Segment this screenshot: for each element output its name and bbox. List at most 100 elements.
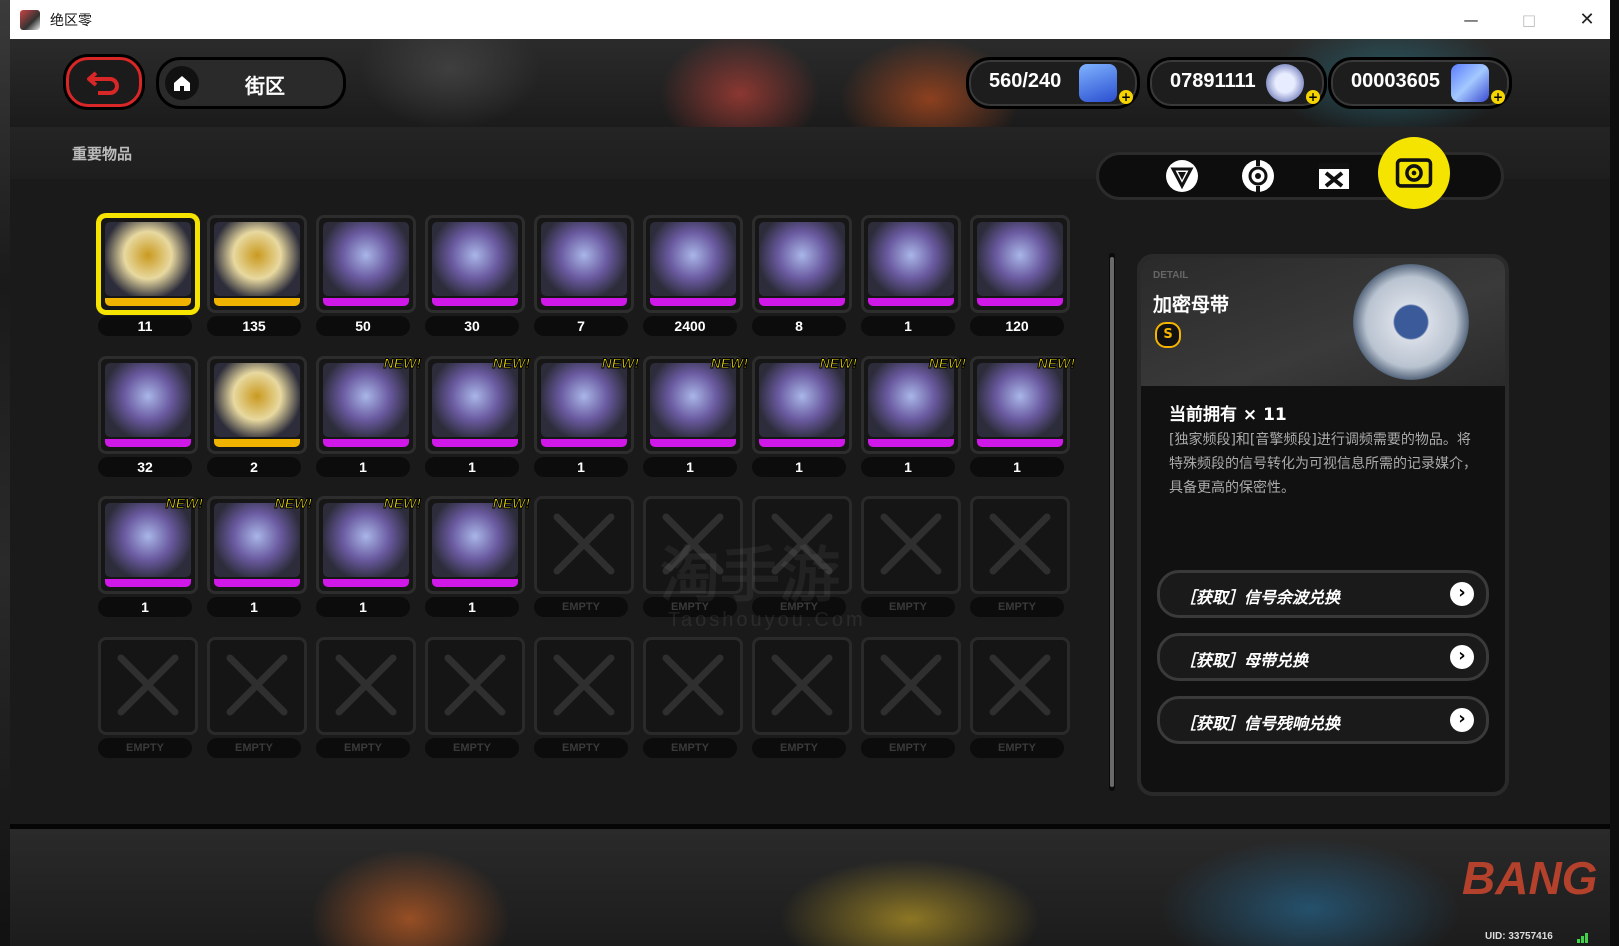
empty-slot <box>970 496 1070 594</box>
inventory-item-slot[interactable] <box>98 356 198 454</box>
blue-ticket-icon <box>868 222 954 296</box>
battery-currency[interactable]: 560/240 + <box>966 57 1140 109</box>
home-icon[interactable] <box>165 66 199 100</box>
empty-label: EMPTY <box>861 597 955 617</box>
item-count: 32 <box>98 457 192 477</box>
empty-cross-icon <box>771 654 833 716</box>
category-tabs <box>1096 137 1504 209</box>
empty-label: EMPTY <box>207 738 301 758</box>
inventory-item-slot[interactable] <box>970 215 1070 313</box>
inventory-item-slot[interactable]: NEW! <box>861 355 967 454</box>
empty-label: EMPTY <box>643 738 737 758</box>
empty-label: EMPTY <box>534 597 628 617</box>
new-badge: NEW! <box>492 355 530 372</box>
breadcrumb-label: 街区 <box>245 74 285 98</box>
inventory-item-slot[interactable]: NEW! <box>316 495 422 594</box>
empty-cross-icon <box>117 654 179 716</box>
empty-slot <box>316 637 416 735</box>
denny-currency[interactable]: 07891111 + <box>1147 57 1327 109</box>
crate-icon <box>1319 163 1349 189</box>
empty-slot <box>752 637 852 735</box>
ornate-card-icon <box>759 222 845 296</box>
inventory-item-slot[interactable]: NEW! <box>316 355 422 454</box>
return-arrow-icon <box>87 71 119 95</box>
reel-icon <box>1242 160 1274 192</box>
inventory-item-slot[interactable]: NEW! <box>970 355 1076 454</box>
obtain-master-tape-button[interactable]: ［获取］母带兑换 › <box>1157 633 1489 681</box>
battery-value: 560/240 <box>989 70 1062 92</box>
obtain-signal-echo-button[interactable]: ［获取］信号残响兑换 › <box>1157 696 1489 744</box>
rca-tape-icon <box>105 363 191 437</box>
inventory-item-slot[interactable] <box>98 215 198 313</box>
flower-card-icon <box>105 503 191 577</box>
obtain-signal-residual-button[interactable]: ［获取］信号余波兑换 › <box>1157 570 1489 618</box>
inventory-item-slot[interactable]: NEW! <box>643 355 749 454</box>
battery-charge-icon <box>1079 64 1117 102</box>
lucky-cat-icon <box>650 363 736 437</box>
rarity-bar <box>214 579 300 587</box>
location-breadcrumb[interactable]: 街区 <box>156 57 346 109</box>
footer-background-art <box>10 829 1610 946</box>
item-count: 135 <box>207 316 301 336</box>
inventory-item-slot[interactable]: NEW! <box>534 355 640 454</box>
inventory-item-slot[interactable] <box>425 215 525 313</box>
chevron-right-icon: › <box>1450 708 1474 732</box>
inventory-item-slot[interactable] <box>207 356 307 454</box>
empty-label: EMPTY <box>861 738 955 758</box>
inventory-item-slot[interactable] <box>861 215 961 313</box>
inventory-item-slot[interactable] <box>207 215 307 313</box>
battery-crate-icon <box>650 222 736 296</box>
app-icon <box>20 10 40 30</box>
empty-label: EMPTY <box>970 597 1064 617</box>
inventory-item-slot[interactable] <box>643 215 743 313</box>
paper-notes-icon <box>432 503 518 577</box>
minimize-button[interactable]: — <box>1442 0 1500 39</box>
owned-count: 当前拥有 × 11 <box>1169 405 1287 425</box>
inventory-item-slot[interactable]: NEW! <box>425 355 531 454</box>
polychrome-currency[interactable]: 00003605 + <box>1328 57 1512 109</box>
new-badge: NEW! <box>274 495 312 512</box>
inventory-item-slot[interactable]: NEW! <box>207 495 313 594</box>
inventory-item-slot[interactable] <box>752 215 852 313</box>
inventory-item-slot[interactable]: NEW! <box>98 495 204 594</box>
encrypted-master-tape-icon <box>1353 264 1469 380</box>
add-battery-icon[interactable]: + <box>1119 90 1133 104</box>
window-title: 绝区零 <box>50 13 92 29</box>
new-badge: NEW! <box>710 355 748 372</box>
add-polychrome-icon[interactable]: + <box>1491 90 1505 104</box>
item-count: 2400 <box>643 316 737 336</box>
rarity-bar <box>541 439 627 447</box>
tab-reel[interactable] <box>1239 158 1277 194</box>
empty-cross-icon <box>880 513 942 575</box>
item-count: 1 <box>861 457 955 477</box>
rarity-bar <box>432 579 518 587</box>
item-detail-card: DETAIL 加密母带 S 当前拥有 × 11 [独家频段]和[音擎频段]进行调… <box>1137 254 1509 796</box>
tab-tape[interactable] <box>1378 137 1450 209</box>
panel-title: 重要物品 <box>72 145 133 163</box>
inventory-item-slot[interactable] <box>316 215 416 313</box>
game-window: 绝区零 — □ ✕ 街区 560/240 + 07891111 + 000036… <box>10 0 1610 946</box>
inventory-item-slot[interactable]: NEW! <box>752 355 858 454</box>
rarity-bar <box>323 298 409 306</box>
close-button[interactable]: ✕ <box>1558 0 1610 39</box>
tab-triangle-emblem[interactable] <box>1163 158 1201 194</box>
rarity-bar <box>105 298 191 306</box>
cat-sunglasses-icon <box>541 363 627 437</box>
empty-slot <box>534 637 634 735</box>
new-badge: NEW! <box>819 355 857 372</box>
watermark: 淘手游 <box>660 541 840 611</box>
maximize-button[interactable]: □ <box>1500 0 1558 39</box>
back-button[interactable] <box>66 57 142 107</box>
empty-slot <box>861 637 961 735</box>
inventory-item-slot[interactable]: NEW! <box>425 495 531 594</box>
empty-cross-icon <box>226 654 288 716</box>
item-count: 7 <box>534 316 628 336</box>
empty-label: EMPTY <box>534 738 628 758</box>
item-count: 120 <box>970 316 1064 336</box>
gold-statue-icon <box>214 363 300 437</box>
add-denny-icon[interactable]: + <box>1306 90 1320 104</box>
tab-crate[interactable] <box>1315 158 1353 194</box>
new-badge: NEW! <box>383 495 421 512</box>
inventory-item-slot[interactable] <box>534 215 634 313</box>
scrollbar-thumb[interactable] <box>1110 257 1114 787</box>
